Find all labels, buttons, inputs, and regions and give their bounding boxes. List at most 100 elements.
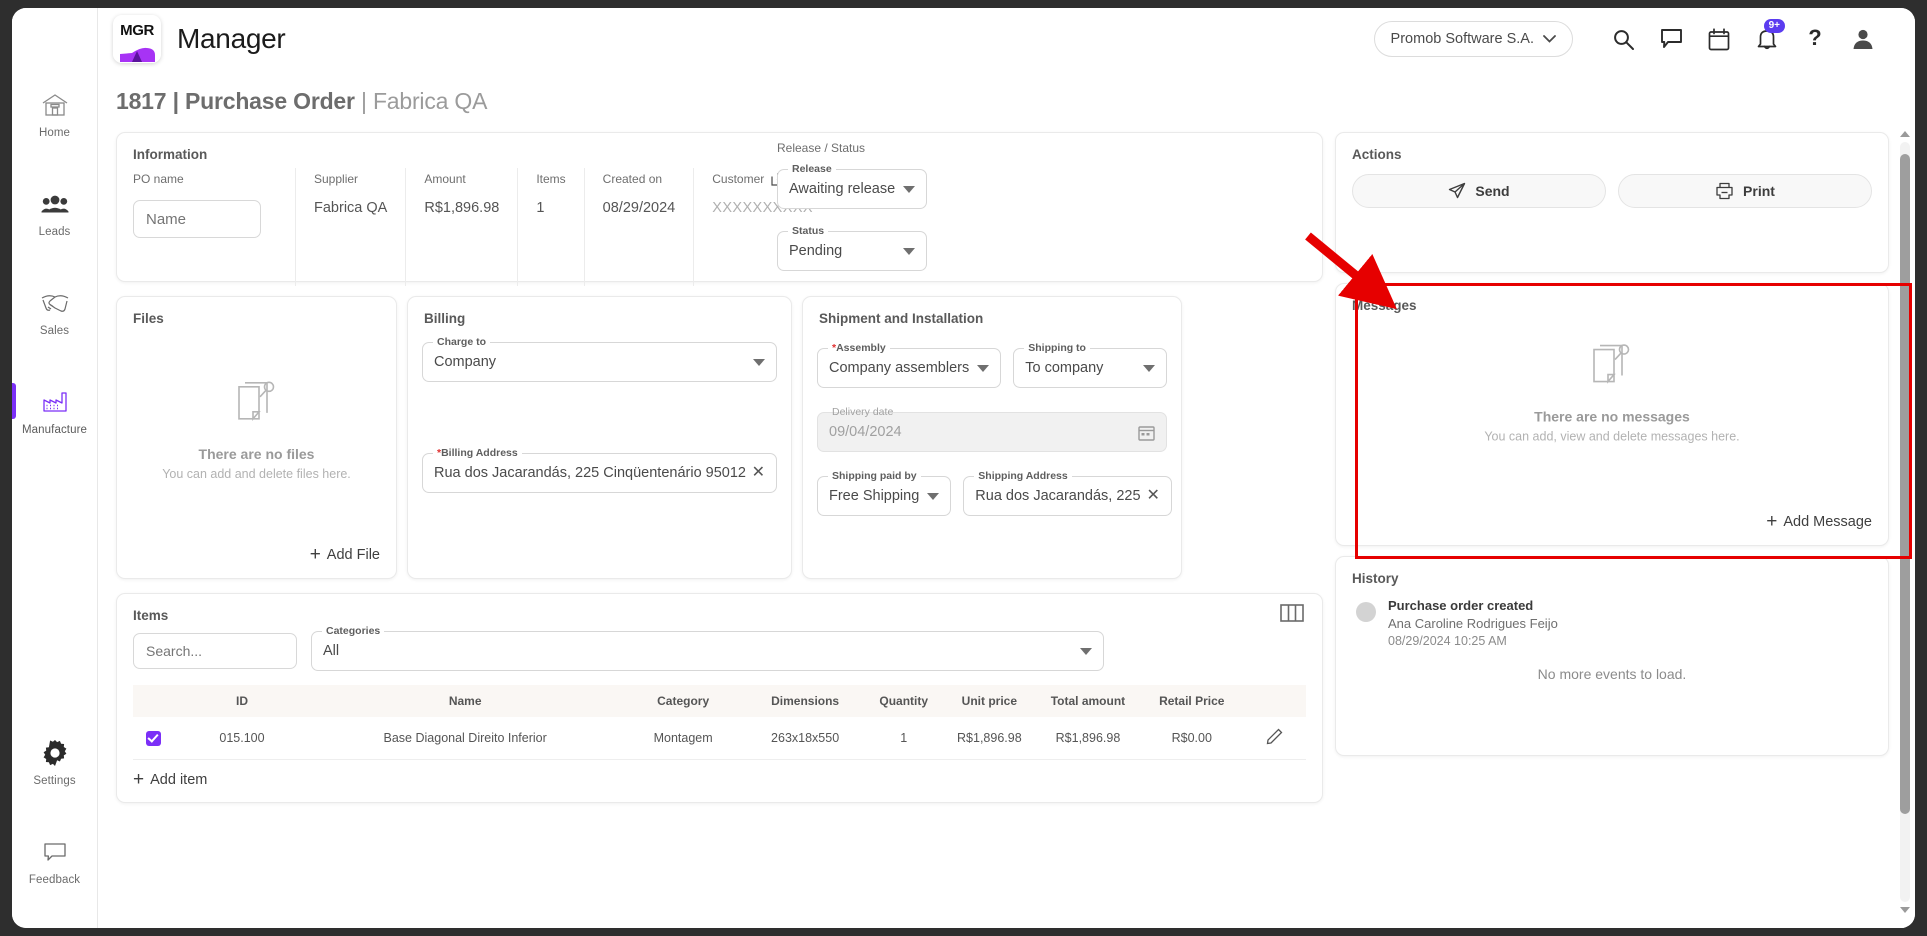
messages-empty-sub: You can add, view and delete messages he… bbox=[1484, 429, 1740, 444]
status-select[interactable]: Status Pending bbox=[777, 225, 927, 271]
billing-address-wrap: *Billing Address Rua dos Jacarandás, 225… bbox=[422, 447, 777, 493]
sidebar-item-label: Settings bbox=[33, 775, 76, 787]
po-name-input[interactable] bbox=[133, 200, 261, 238]
table-row[interactable]: 015.100 Base Diagonal Direito Inferior M… bbox=[133, 717, 1306, 760]
row-checkbox[interactable] bbox=[146, 730, 162, 746]
calendar-icon[interactable] bbox=[1695, 17, 1743, 61]
shipping-address-field[interactable]: Shipping Address Rua dos Jacarandás, 225… bbox=[963, 470, 1172, 516]
chevron-down-icon bbox=[1543, 35, 1556, 43]
column-id: ID bbox=[235, 694, 248, 708]
status-value: Pending bbox=[789, 243, 843, 259]
shipment-row-2: Delivery date 09/04/2024 bbox=[803, 388, 1181, 452]
billing-address-field[interactable]: *Billing Address Rua dos Jacarandás, 225… bbox=[422, 447, 777, 493]
assembly-select[interactable]: *Assembly Company assemblers bbox=[817, 342, 1002, 388]
items-count-cell: Items 1 bbox=[517, 168, 583, 286]
created-on-label: Created on bbox=[602, 172, 663, 186]
list-item: Purchase order created Ana Caroline Rodr… bbox=[1336, 586, 1888, 648]
chat-icon[interactable] bbox=[1647, 17, 1695, 61]
sidebar-item-label: Sales bbox=[39, 325, 70, 337]
actions-card: Actions Send Print bbox=[1335, 132, 1889, 273]
shipping-to-value: To company bbox=[1025, 360, 1104, 376]
logo-shape bbox=[113, 43, 161, 63]
assembly-label-text: Assembly bbox=[836, 342, 886, 354]
sidebar-item-settings[interactable]: Settings bbox=[12, 728, 97, 793]
charge-to-label: Charge to bbox=[433, 336, 491, 348]
categories-select[interactable]: Categories All bbox=[311, 625, 1104, 671]
sidebar-item-home[interactable]: Home bbox=[12, 80, 97, 145]
sidebar-item-leads[interactable]: Leads bbox=[12, 179, 97, 244]
content-area: Information PO name Supplier Fabrica QA … bbox=[98, 132, 1915, 928]
history-footer: No more events to load. bbox=[1537, 666, 1687, 682]
charge-to-value: Company bbox=[434, 354, 497, 370]
add-file-button[interactable]: + Add File bbox=[310, 545, 380, 564]
page-type: Purchase Order bbox=[185, 88, 355, 114]
actions-buttons: Send Print bbox=[1336, 162, 1888, 208]
search-input[interactable] bbox=[133, 633, 297, 669]
page-container: 1817 | Purchase Order | Fabrica QA Infor… bbox=[98, 70, 1915, 928]
account-icon[interactable] bbox=[1839, 17, 1887, 61]
column-dimensions: Dimensions bbox=[771, 694, 840, 708]
billing-panel: Billing Charge to Company *Billing Addre… bbox=[407, 296, 792, 579]
categories-label: Categories bbox=[322, 625, 385, 637]
notification-badge: 9+ bbox=[1763, 19, 1785, 33]
add-message-button[interactable]: + Add Message bbox=[1766, 512, 1872, 531]
page-title: 1817 | Purchase Order | Fabrica QA bbox=[116, 88, 488, 114]
people-icon bbox=[40, 189, 70, 219]
panel-layout-toggle-icon[interactable] bbox=[1280, 604, 1304, 622]
edit-pencil-icon[interactable] bbox=[1266, 728, 1283, 745]
print-label: Print bbox=[1743, 183, 1775, 199]
sidebar-item-label: Feedback bbox=[28, 874, 81, 886]
scrollbar-thumb[interactable] bbox=[1900, 154, 1910, 814]
row-edit-cell bbox=[1243, 717, 1306, 760]
chevron-down-icon bbox=[903, 247, 915, 255]
empty-document-icon bbox=[237, 381, 274, 421]
shipping-to-select[interactable]: Shipping to To company bbox=[1013, 342, 1167, 388]
add-item-button[interactable]: + Add item bbox=[117, 760, 1322, 789]
sidebar-item-manufacture[interactable]: Manufacture bbox=[12, 377, 97, 442]
company-selector[interactable]: Promob Software S.A. bbox=[1373, 21, 1573, 57]
send-label: Send bbox=[1475, 183, 1510, 199]
history-event-user: Ana Caroline Rodrigues Feijo bbox=[1388, 616, 1558, 631]
shipping-paid-by-select[interactable]: Shipping paid by Free Shipping bbox=[817, 470, 952, 516]
speech-bubble-icon bbox=[40, 837, 70, 867]
clear-shipping-address-icon[interactable]: ✕ bbox=[1147, 488, 1160, 504]
release-select[interactable]: Release Awaiting release bbox=[777, 163, 927, 209]
help-icon[interactable]: ? bbox=[1791, 17, 1839, 61]
delivery-date-value: 09/04/2024 bbox=[829, 424, 902, 440]
plus-icon: + bbox=[309, 544, 321, 565]
send-button[interactable]: Send bbox=[1352, 174, 1606, 208]
side-column: Actions Send Print Messages There are no… bbox=[1335, 132, 1915, 928]
page-scrollbar[interactable] bbox=[1897, 126, 1913, 918]
send-icon bbox=[1449, 182, 1466, 199]
clear-billing-address-icon[interactable]: ✕ bbox=[752, 465, 765, 481]
delivery-date-label: Delivery date bbox=[832, 406, 894, 418]
amount-cell: Amount R$1,896.98 bbox=[405, 168, 517, 286]
files-title: Files bbox=[133, 311, 164, 326]
sidebar-item-sales[interactable]: Sales bbox=[12, 278, 97, 343]
billing-address-value: Rua dos Jacarandás, 225 Cinqüentenário 9… bbox=[434, 465, 746, 481]
print-button[interactable]: Print bbox=[1618, 174, 1872, 208]
calendar-icon[interactable] bbox=[1138, 424, 1155, 441]
search-icon[interactable] bbox=[1599, 17, 1647, 61]
actions-title: Actions bbox=[1352, 147, 1402, 162]
charge-to-select[interactable]: Charge to Company bbox=[422, 336, 777, 382]
created-on-cell: Created on 08/29/2024 bbox=[583, 168, 694, 286]
delivery-date-field[interactable]: Delivery date 09/04/2024 bbox=[817, 406, 1167, 452]
gear-icon bbox=[40, 738, 70, 768]
items-count-label: Items bbox=[536, 172, 566, 186]
sidebar-item-feedback[interactable]: Feedback bbox=[12, 827, 97, 892]
scroll-up-icon[interactable] bbox=[1897, 126, 1913, 142]
company-name: Promob Software S.A. bbox=[1390, 31, 1534, 47]
home-icon bbox=[40, 90, 70, 120]
sidebar-item-label: Home bbox=[38, 127, 71, 139]
bell-icon[interactable]: 9+ bbox=[1743, 17, 1791, 61]
scroll-down-icon[interactable] bbox=[1897, 902, 1913, 918]
created-on-value: 08/29/2024 bbox=[602, 200, 676, 216]
add-item-label: Add item bbox=[150, 771, 208, 788]
history-event-body: Purchase order created Ana Caroline Rodr… bbox=[1388, 598, 1558, 648]
shipping-paid-by-label: Shipping paid by bbox=[828, 470, 921, 482]
po-name-cell: PO name bbox=[133, 168, 295, 286]
po-name-label: PO name bbox=[133, 172, 184, 186]
row-dimensions: 263x18x550 bbox=[745, 717, 865, 760]
shipping-paid-by-value: Free Shipping bbox=[829, 488, 920, 504]
